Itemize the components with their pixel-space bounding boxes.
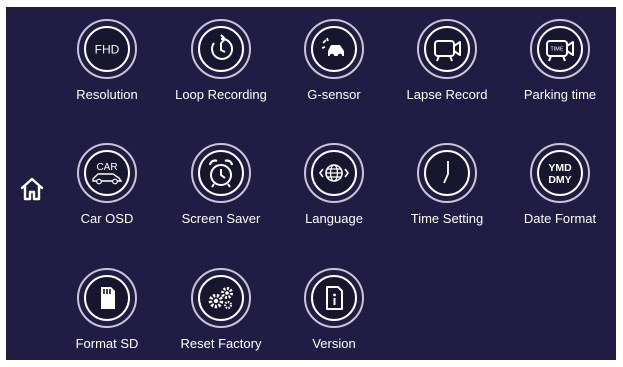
menu-item-date-format[interactable]: YMD DMY Date Format: [506, 143, 614, 233]
alarm-clock-icon: [198, 150, 244, 196]
icon-ring: FHD: [77, 19, 137, 79]
ymd-text: YMD: [548, 162, 572, 174]
menu-item-language[interactable]: Language: [280, 143, 388, 233]
video-camera-icon: [424, 26, 470, 72]
car-osd-icon: CAR: [84, 150, 130, 196]
menu-item-label: Time Setting: [410, 211, 484, 226]
menu-item-version[interactable]: Version: [280, 268, 388, 358]
date-format-icon: YMD DMY: [537, 150, 583, 196]
icon-ring: [304, 143, 364, 203]
menu-item-car-osd[interactable]: CAR Car OSD: [53, 143, 161, 233]
icon-ring: [191, 19, 251, 79]
menu-item-resolution[interactable]: FHD Resolution: [53, 19, 161, 109]
menu-item-loop-recording[interactable]: Loop Recording: [167, 19, 275, 109]
icon-ring: [304, 19, 364, 79]
icon-ring: TIME: [530, 19, 590, 79]
menu-item-label: Resolution: [76, 87, 138, 102]
menu-item-label: Language: [305, 211, 363, 226]
menu-item-label: Version: [312, 336, 356, 351]
menu-item-format-sd[interactable]: Format SD: [53, 268, 161, 358]
icon-ring: [191, 143, 251, 203]
menu-item-label: Loop Recording: [175, 87, 267, 102]
time-text: TIME: [550, 47, 563, 53]
menu-item-parking-time[interactable]: TIME Parking time: [506, 19, 614, 109]
icon-ring: [191, 268, 251, 328]
globe-icon: [311, 150, 357, 196]
loop-clock-icon: [198, 26, 244, 72]
menu-item-label: Lapse Record: [406, 87, 488, 102]
info-document-icon: [311, 275, 357, 321]
car-text: CAR: [96, 162, 117, 173]
icon-ring: [417, 19, 477, 79]
fhd-icon-text: FHD: [95, 43, 120, 57]
icon-ring: CAR: [77, 143, 137, 203]
gears-icon: [198, 275, 244, 321]
parking-camera-icon: TIME: [537, 26, 583, 72]
sd-card-icon: [84, 275, 130, 321]
menu-item-time-setting[interactable]: Time Setting: [393, 143, 501, 233]
dmy-text: DMY: [548, 174, 571, 186]
menu-item-label: Format SD: [75, 336, 139, 351]
menu-item-g-sensor[interactable]: G-sensor: [280, 19, 388, 109]
clock-icon: [424, 150, 470, 196]
menu-item-lapse-record[interactable]: Lapse Record: [393, 19, 501, 109]
menu-item-label: Parking time: [523, 87, 597, 102]
car-collision-icon: [311, 26, 357, 72]
menu-item-label: Date Format: [523, 211, 597, 226]
menu-item-label: Screen Saver: [181, 211, 261, 226]
menu-item-label: Reset Factory: [180, 336, 262, 351]
icon-ring: [77, 268, 137, 328]
icon-ring: [417, 143, 477, 203]
icon-ring: [304, 268, 364, 328]
settings-screen: FHD Resolution Loop Recording G-sensor L…: [6, 7, 616, 360]
menu-item-screen-saver[interactable]: Screen Saver: [167, 143, 275, 233]
menu-item-reset-factory[interactable]: Reset Factory: [167, 268, 275, 358]
menu-item-label: G-sensor: [307, 87, 361, 102]
icon-ring: YMD DMY: [530, 143, 590, 203]
home-icon: [20, 177, 44, 201]
home-button[interactable]: [17, 173, 47, 205]
fhd-icon: FHD: [84, 26, 130, 72]
menu-item-label: Car OSD: [80, 211, 134, 226]
